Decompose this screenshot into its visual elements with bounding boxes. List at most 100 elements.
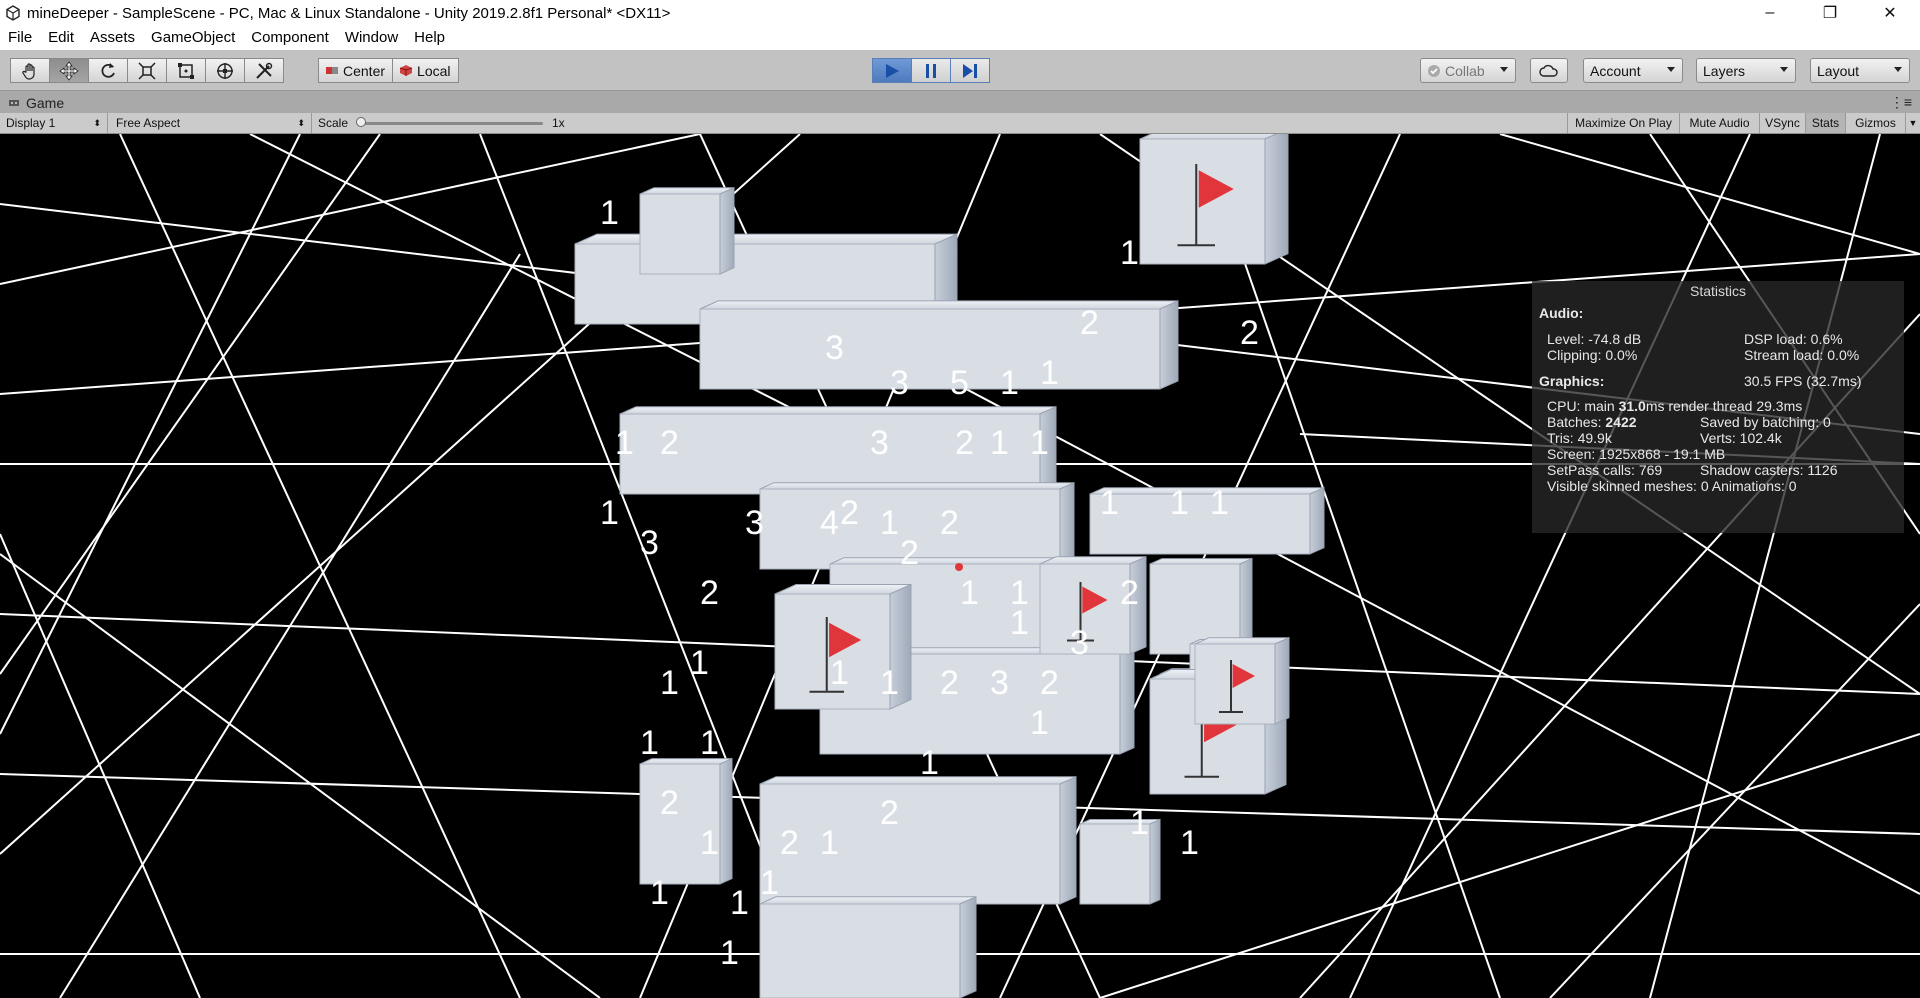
rotate-tool-button[interactable] bbox=[88, 58, 128, 83]
layers-dropdown[interactable]: Layers bbox=[1696, 58, 1796, 83]
game-scene-render: 321 3 2 1 121 3 4 1 213 5 12121 1231 1 2 3 212111112111… bbox=[0, 134, 1920, 998]
cube-side-face bbox=[1159, 300, 1179, 390]
cube-side-face bbox=[1119, 646, 1135, 755]
minimize-button[interactable]: – bbox=[1740, 0, 1800, 26]
cell-number: 1 bbox=[700, 724, 719, 762]
display-select[interactable]: Display 1 ⬍ bbox=[0, 113, 108, 133]
scale-slider-thumb[interactable] bbox=[356, 117, 366, 127]
cube-front-face bbox=[759, 783, 1061, 905]
stats-toggle[interactable]: Stats bbox=[1805, 113, 1845, 133]
play-icon bbox=[886, 63, 899, 78]
cell-number: 1 bbox=[1180, 824, 1199, 862]
cloud-button[interactable] bbox=[1530, 58, 1568, 83]
tab-menu-icon[interactable]: ⋮≡ bbox=[1890, 94, 1912, 111]
menu-edit[interactable]: Edit bbox=[40, 26, 82, 50]
audio-dsp-load: DSP load: 0.6% bbox=[1744, 331, 1843, 347]
cell-number: 2 bbox=[1240, 314, 1259, 352]
cell-number: 1 bbox=[1010, 604, 1029, 642]
menu-gameobject[interactable]: GameObject bbox=[143, 26, 243, 50]
tools-icon bbox=[256, 62, 273, 79]
cube-top-face bbox=[759, 482, 1075, 490]
screen-readout: Screen: 1925x868 - 19.1 MB bbox=[1547, 446, 1726, 462]
aspect-select[interactable]: Free Aspect ⬍ bbox=[110, 113, 312, 133]
cell-number: 2 bbox=[700, 574, 719, 612]
cube-side-face bbox=[719, 757, 733, 885]
pivot-center-label: Center bbox=[343, 62, 386, 79]
cell-number: 2 bbox=[1120, 574, 1139, 612]
audio-clipping: Clipping: 0.0% bbox=[1547, 347, 1638, 363]
cell-number: 3 bbox=[825, 329, 844, 367]
cube-side-face bbox=[1059, 481, 1075, 570]
wire-edge bbox=[59, 253, 521, 998]
pause-button[interactable] bbox=[911, 58, 951, 83]
transform-tool-button[interactable] bbox=[205, 58, 245, 83]
cube-top-face bbox=[1089, 487, 1325, 495]
cell-number: 1 bbox=[1040, 354, 1059, 392]
cell-number: 1 bbox=[1130, 804, 1149, 842]
game-viewport[interactable]: 3213211213412135121211231123212111112111… bbox=[0, 134, 1920, 998]
tab-game[interactable]: Game bbox=[8, 93, 64, 113]
menu-file[interactable]: File bbox=[0, 26, 40, 50]
mute-audio-toggle[interactable]: Mute Audio bbox=[1679, 113, 1759, 133]
scale-value: 1x bbox=[552, 116, 565, 130]
cell-number: 1 bbox=[650, 874, 669, 912]
cube-side-face bbox=[959, 896, 977, 998]
pivot-local-button[interactable]: Local bbox=[392, 58, 459, 83]
cube-top-face bbox=[574, 233, 958, 245]
rect-transform-icon bbox=[178, 62, 194, 79]
updown-arrows-icon: ⬍ bbox=[93, 118, 101, 128]
graphics-heading: Graphics: bbox=[1539, 373, 1605, 389]
cube-side-face bbox=[1309, 486, 1325, 555]
maximize-button[interactable]: ❐ bbox=[1800, 0, 1860, 26]
cell-number: 5 bbox=[950, 364, 969, 402]
wire-edge bbox=[1349, 134, 1751, 998]
move-tool-button[interactable] bbox=[49, 58, 89, 83]
cell-number: 1 bbox=[640, 724, 659, 762]
cell-number: 1 bbox=[820, 824, 839, 862]
cell-number: 3 bbox=[890, 364, 909, 402]
gizmos-dropdown-arrow[interactable]: ▼ bbox=[1905, 113, 1920, 133]
cell-number: 3 bbox=[745, 504, 764, 542]
audio-stream-load: Stream load: 0.0% bbox=[1744, 347, 1860, 363]
custom-tool-button[interactable] bbox=[244, 58, 284, 83]
layout-dropdown[interactable]: Layout bbox=[1810, 58, 1910, 83]
vsync-toggle[interactable]: VSync bbox=[1759, 113, 1805, 133]
gizmos-toggle[interactable]: Gizmos bbox=[1845, 113, 1905, 133]
title-bar: mineDeeper - SampleScene - PC, Mac & Lin… bbox=[0, 0, 1920, 26]
hand-tool-button[interactable] bbox=[10, 58, 50, 83]
menu-assets[interactable]: Assets bbox=[82, 26, 143, 50]
step-button[interactable] bbox=[950, 58, 990, 83]
cpu-prefix: CPU: main bbox=[1547, 398, 1619, 414]
collab-dropdown[interactable]: Collab bbox=[1420, 58, 1516, 83]
cell-number: 1 bbox=[730, 884, 749, 922]
cell-number: 1 bbox=[920, 744, 939, 782]
menu-component[interactable]: Component bbox=[243, 26, 337, 50]
cell-number: 1 bbox=[615, 424, 634, 462]
close-button[interactable]: ✕ bbox=[1860, 0, 1920, 26]
scale-slider-track[interactable] bbox=[360, 122, 543, 125]
rect-tool-button[interactable] bbox=[166, 58, 206, 83]
scale-tool-button[interactable] bbox=[127, 58, 167, 83]
cell-number: 1 bbox=[1100, 484, 1119, 522]
fps-readout: 30.5 FPS (32.7ms) bbox=[1744, 373, 1862, 389]
batches-value: 2422 bbox=[1605, 414, 1637, 430]
unity-logo-icon bbox=[6, 5, 20, 21]
cube-top-face bbox=[639, 187, 735, 195]
cube-top-face bbox=[1039, 556, 1147, 565]
cpu-suffix: ms render thread 29.3ms bbox=[1645, 398, 1803, 414]
pause-icon bbox=[926, 63, 936, 78]
menu-window[interactable]: Window bbox=[337, 26, 406, 50]
cell-number: 2 bbox=[660, 784, 679, 822]
cube-top-face bbox=[619, 406, 1057, 415]
maximize-on-play-toggle[interactable]: Maximize On Play bbox=[1567, 113, 1679, 133]
saved-by-batching: Saved by batching: 0 bbox=[1700, 414, 1831, 430]
pivot-center-button[interactable]: Center bbox=[318, 58, 394, 83]
cell-number: 1 bbox=[1030, 424, 1049, 462]
cube-side-face bbox=[1274, 636, 1290, 725]
cube-top-face bbox=[699, 300, 1179, 310]
play-button[interactable] bbox=[872, 58, 912, 83]
cube-side-face bbox=[719, 186, 735, 275]
menu-help[interactable]: Help bbox=[406, 26, 453, 50]
cell-number: 3 bbox=[1070, 624, 1089, 662]
account-dropdown[interactable]: Account bbox=[1583, 58, 1683, 83]
